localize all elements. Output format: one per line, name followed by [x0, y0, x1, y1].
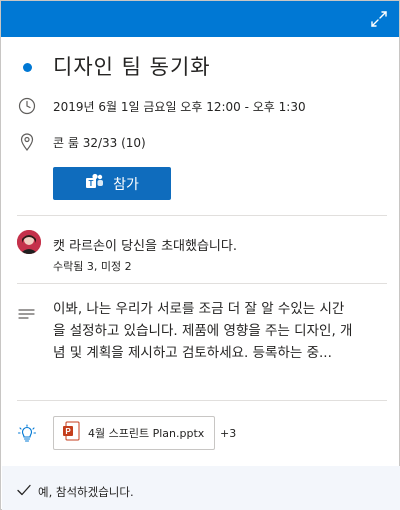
attachment-file-name: 4월 스프린트 Plan.pptx — [88, 427, 205, 440]
lightbulb-icon — [17, 424, 37, 444]
divider — [17, 400, 387, 401]
organizer-invite-text: 캣 라르손이 당신을 초대했습니다. — [53, 239, 237, 254]
organizer-avatar[interactable] — [17, 230, 41, 254]
location-pin-icon — [17, 132, 37, 152]
divider — [17, 215, 387, 216]
powerpoint-icon: P — [62, 421, 80, 445]
expand-icon[interactable] — [367, 7, 391, 31]
teams-icon: T — [85, 173, 105, 195]
divider — [17, 283, 387, 284]
join-button-label: 참가 — [113, 176, 139, 193]
event-description: 이봐, 나는 우리가 서로를 조금 더 잘 알 수있는 시간을 설정하고 있습니… — [53, 301, 353, 361]
svg-text:T: T — [89, 179, 94, 188]
rsvp-label: 예, 참석하겠습니다. — [38, 485, 134, 499]
event-datetime: 2019년 6월 1일 금요일 오후 12:00 - 오후 1:30 — [53, 100, 306, 114]
svg-text:P: P — [65, 427, 71, 436]
response-summary[interactable]: 수락됨 3, 미정 2 — [53, 258, 132, 274]
clock-icon — [17, 96, 37, 116]
header-bar — [1, 1, 399, 37]
event-card: 디자인 팀 동기화 2019년 6월 1일 금요일 오후 12:00 - 오후 … — [0, 0, 400, 510]
rsvp-response-bar[interactable]: 예, 참석하겠습니다. — [2, 466, 400, 510]
attachment-chip[interactable]: P 4월 스프린트 Plan.pptx — [53, 416, 215, 450]
description-icon — [17, 304, 37, 324]
event-title: 디자인 팀 동기화 — [53, 55, 211, 79]
calendar-color-dot — [23, 63, 32, 72]
event-location: 콘 룸 32/33 (10) — [53, 136, 146, 150]
more-attachments-count[interactable]: +3 — [220, 427, 236, 440]
join-meeting-button[interactable]: T 참가 — [53, 167, 171, 200]
checkmark-icon — [16, 482, 32, 502]
